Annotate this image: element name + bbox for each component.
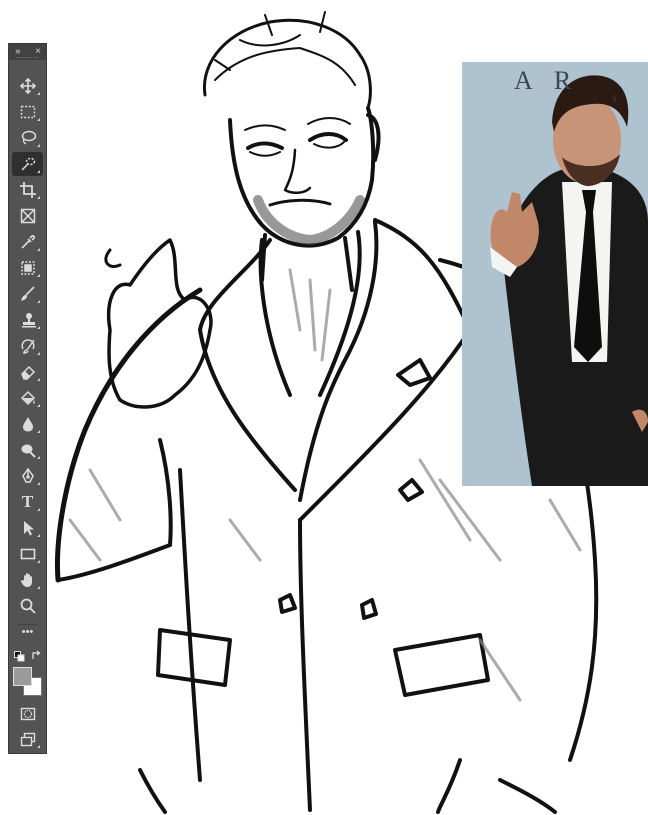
frame-tool[interactable] [12, 204, 43, 228]
default-colors-icon[interactable] [14, 651, 25, 662]
more-icon: ••• [21, 626, 34, 638]
edit-toolbar[interactable]: ••• [12, 620, 43, 644]
blur-tool[interactable] [12, 412, 43, 436]
paint-bucket-tool[interactable] [12, 386, 43, 410]
zoom-tool[interactable] [12, 594, 43, 618]
panel-grip[interactable] [17, 57, 38, 60]
lasso-icon [21, 130, 36, 145]
quick-selection-tool[interactable] [12, 152, 43, 176]
color-swatches [9, 647, 46, 697]
marquee-icon [20, 105, 35, 119]
bucket-icon [20, 390, 35, 406]
clone-stamp-tool[interactable] [12, 308, 43, 332]
eraser-tool[interactable] [12, 360, 43, 384]
tools-panel-header[interactable]: » × [9, 44, 46, 60]
eyedropper-icon [20, 234, 35, 249]
quick-mask-button[interactable] [12, 702, 43, 726]
frame-icon [20, 208, 35, 224]
history-brush-tool[interactable] [12, 334, 43, 358]
photo-brand-text: A R [514, 66, 580, 95]
path-selection-tool[interactable] [12, 516, 43, 540]
foreground-color-swatch[interactable] [13, 667, 32, 686]
stamp-icon [21, 313, 36, 328]
brush-tool[interactable] [12, 282, 43, 306]
eraser-icon [20, 365, 35, 380]
rectangle-icon [20, 548, 35, 560]
bandage-icon [20, 261, 35, 275]
crop-tool[interactable] [12, 178, 43, 202]
tools-panel: » × T ••• [8, 43, 47, 754]
move-tool[interactable] [12, 74, 43, 98]
pen-icon [21, 467, 34, 483]
rectangular-marquee-tool[interactable] [12, 100, 43, 124]
screen-mode-button[interactable] [12, 727, 43, 751]
pen-tool[interactable] [12, 464, 43, 488]
spot-healing-tool[interactable] [12, 256, 43, 280]
drop-icon [22, 417, 33, 432]
eyedropper-tool[interactable] [12, 230, 43, 254]
brush-icon [20, 286, 35, 301]
rectangle-tool[interactable] [12, 542, 43, 566]
move-icon [19, 77, 36, 95]
hand-tool[interactable] [12, 568, 43, 592]
swap-colors-icon[interactable] [31, 650, 42, 661]
quick-mask-icon [20, 707, 35, 721]
history-brush-icon [20, 339, 35, 354]
quick-selection-icon [20, 157, 35, 171]
photo-brand-subtext: S [612, 94, 622, 104]
crop-icon [19, 182, 36, 198]
type-icon: T [21, 492, 34, 511]
hand-icon [20, 573, 32, 587]
type-tool[interactable]: T [12, 490, 43, 514]
reference-photo-figure [462, 62, 648, 486]
dodge-tool[interactable] [12, 438, 43, 462]
document-canvas[interactable]: A R S [0, 0, 648, 815]
arrow-icon [23, 521, 34, 536]
dodge-icon [21, 444, 36, 458]
reference-photo: A R S [462, 62, 648, 486]
zoom-icon [20, 598, 36, 614]
lasso-tool[interactable] [12, 126, 43, 150]
screen-mode-icon [20, 732, 35, 747]
